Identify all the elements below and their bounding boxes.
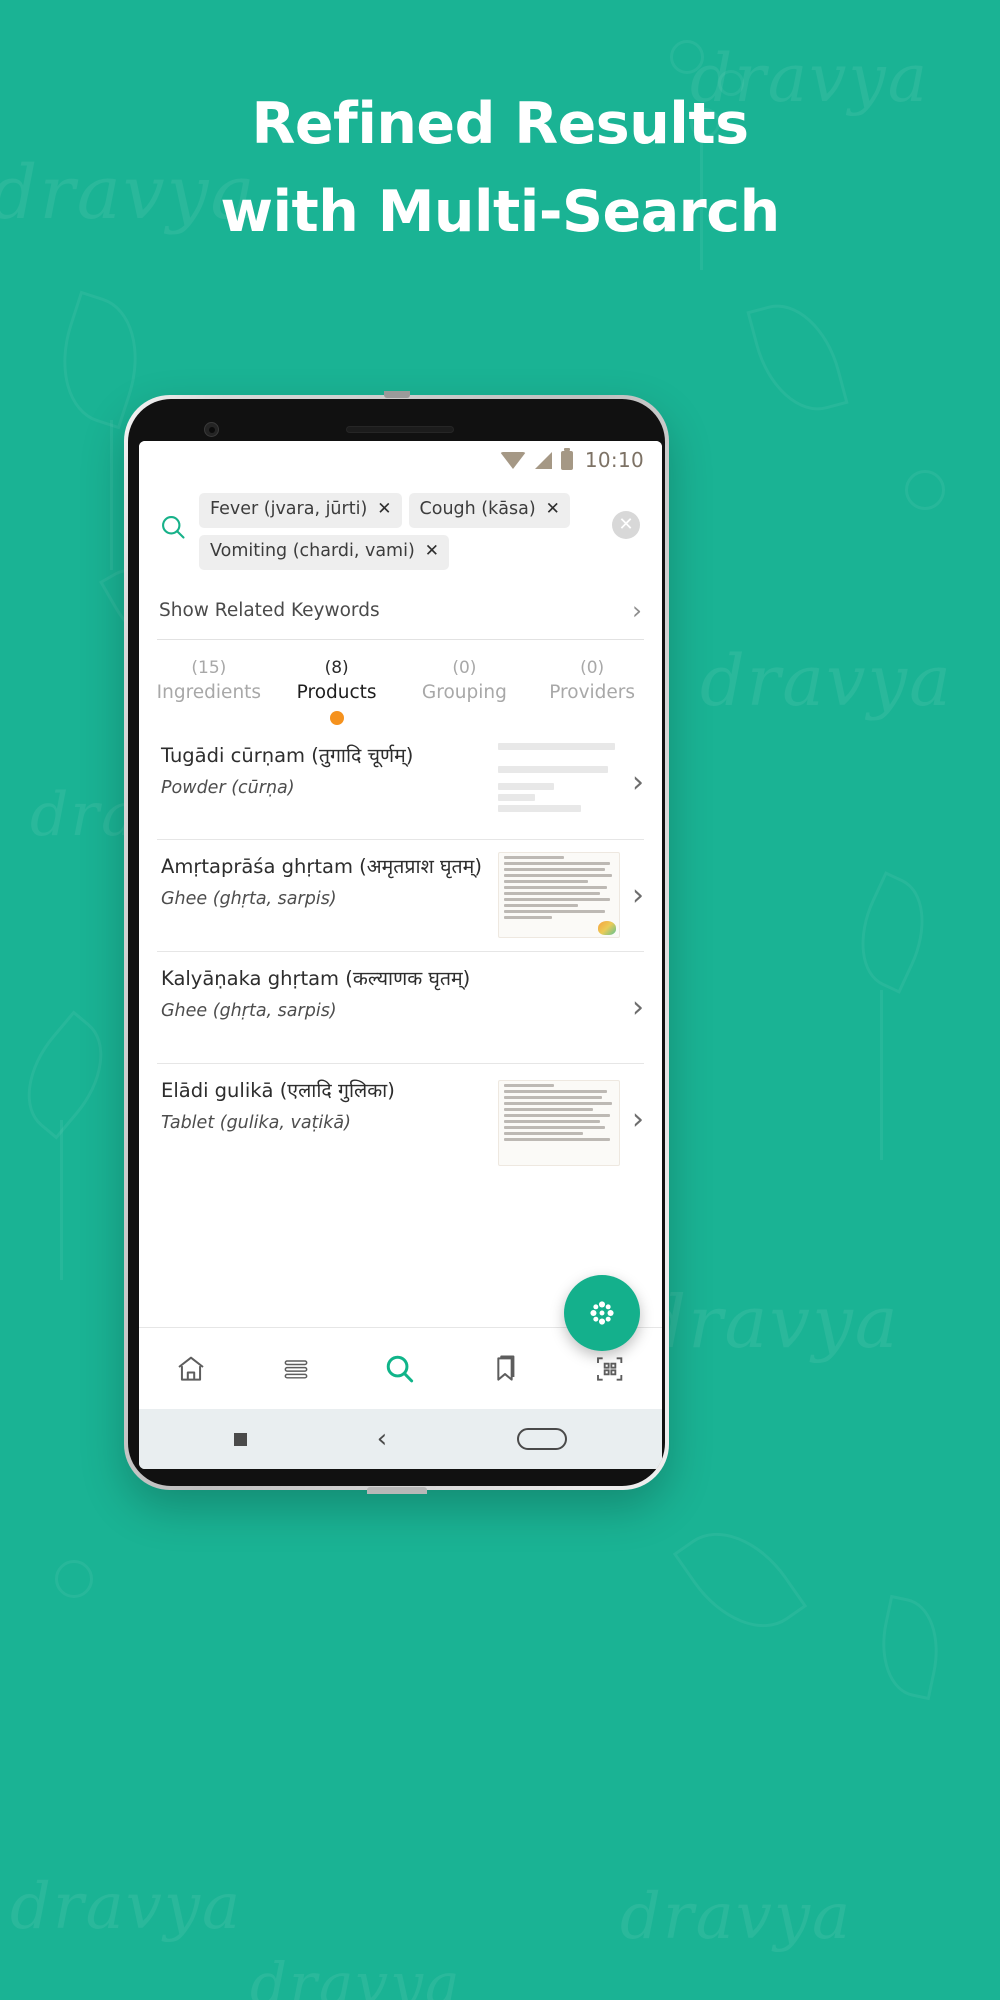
leaf-doodle xyxy=(672,1507,808,1653)
leaf-doodle xyxy=(840,871,945,994)
app-screen: 10:10 Fever (jvara, jūrti) ✕ Cough (kāsa… xyxy=(139,441,662,1469)
chip-label: Cough (kāsa) xyxy=(419,499,536,519)
stem-doodle xyxy=(110,420,113,570)
chip-remove-icon[interactable]: ✕ xyxy=(377,501,391,518)
headline-line-2: with Multi-Search xyxy=(220,179,780,246)
nav-item-home[interactable] xyxy=(139,1353,244,1385)
filter-dots-icon xyxy=(590,1301,614,1325)
back-chevron-icon[interactable]: ‹ xyxy=(377,1426,387,1452)
list-item[interactable]: Tugādi cūrṇam (तुगादि चूर्णम्) Powder (c… xyxy=(157,727,644,839)
search-chip[interactable]: Cough (kāsa) ✕ xyxy=(408,493,570,528)
search-chip[interactable]: Vomiting (chardi, vami) ✕ xyxy=(199,534,450,570)
tab-label: Ingredients xyxy=(156,682,262,704)
watermark-logo-icon xyxy=(598,921,616,936)
list-item[interactable]: Kalyāṇaka ghṛtam (कल्याणक घृतम्) Ghee (g… xyxy=(157,951,644,1063)
stem-doodle xyxy=(60,1120,63,1280)
tab-count: (0) xyxy=(580,657,605,678)
search-chip-list: Fever (jvara, jūrti) ✕ Cough (kāsa) ✕ Vo… xyxy=(199,491,598,570)
tab-ingredients[interactable]: (15) Ingredients xyxy=(145,656,273,728)
status-bar: 10:10 xyxy=(139,441,662,479)
home-icon xyxy=(178,1356,204,1381)
front-camera-icon xyxy=(204,422,219,437)
show-related-keywords-row[interactable]: Show Related Keywords › xyxy=(157,584,644,640)
chip-remove-icon[interactable]: ✕ xyxy=(425,543,439,560)
android-navigation-bar: ‹ xyxy=(139,1409,662,1469)
search-chip[interactable]: Fever (jvara, jūrti) ✕ xyxy=(199,493,402,528)
chip-label: Fever (jvara, jūrti) xyxy=(210,499,368,519)
chevron-right-icon[interactable]: › xyxy=(632,1104,644,1135)
status-time: 10:10 xyxy=(584,448,644,472)
leaf-doodle xyxy=(746,292,849,423)
leaf-doodle xyxy=(2,1010,128,1140)
product-title: Kalyāṇaka ghṛtam (कल्याणक घृतम्) xyxy=(161,967,471,991)
nav-item-list[interactable] xyxy=(244,1353,349,1385)
filter-fab-button[interactable] xyxy=(564,1275,640,1351)
tab-grouping[interactable]: (0) Grouping xyxy=(401,656,529,728)
phone-bezel: 10:10 Fever (jvara, jūrti) ✕ Cough (kāsa… xyxy=(128,399,665,1486)
qr-scan-icon xyxy=(596,1356,622,1381)
active-tab-indicator-dot xyxy=(329,711,344,726)
tab-count: (15) xyxy=(191,657,227,678)
battery-icon xyxy=(560,447,573,470)
search-bar[interactable]: Fever (jvara, jūrti) ✕ Cough (kāsa) ✕ Vo… xyxy=(139,479,662,580)
nav-item-scan[interactable] xyxy=(557,1353,662,1385)
leaf-doodle xyxy=(870,1594,950,1701)
tab-label: Grouping xyxy=(421,682,507,704)
chip-remove-icon[interactable]: ✕ xyxy=(546,501,560,518)
list-item[interactable]: Elādi gulikā (एलादि गुलिका) Tablet (guli… xyxy=(157,1063,644,1175)
promo-headline: Refined Results with Multi-Search xyxy=(0,80,1000,257)
watermark-word: dravya xyxy=(10,1870,243,1944)
home-pill-icon[interactable] xyxy=(517,1428,568,1450)
list-icon xyxy=(284,1359,308,1379)
product-thumbnail xyxy=(498,852,620,939)
search-icon xyxy=(387,1355,414,1382)
result-tabs: (15) Ingredients (8) Products (0) Groupi… xyxy=(139,640,662,728)
chevron-right-icon[interactable]: › xyxy=(632,992,644,1023)
clear-all-button[interactable]: ✕ xyxy=(604,491,648,539)
tab-products[interactable]: (8) Products xyxy=(273,656,401,728)
product-thumbnail xyxy=(498,739,620,826)
list-item[interactable]: Amṛtaprāśa ghṛtam (अमृतप्राश घृतम्) Ghee… xyxy=(157,839,644,951)
search-icon[interactable] xyxy=(153,491,193,541)
product-thumbnail xyxy=(498,1080,620,1167)
berry-doodle xyxy=(55,1560,93,1598)
tab-label: Products xyxy=(296,682,377,704)
stem-doodle xyxy=(880,990,883,1160)
watermark-word: dravya xyxy=(700,640,953,722)
tab-providers[interactable]: (0) Providers xyxy=(528,656,656,728)
close-circle-icon[interactable]: ✕ xyxy=(612,511,640,539)
tab-count: (0) xyxy=(452,657,477,678)
wifi-icon xyxy=(499,451,526,469)
tab-label: Providers xyxy=(549,682,636,704)
signal-icon xyxy=(534,451,552,469)
berry-doodle xyxy=(905,470,945,510)
watermark-word: dravya xyxy=(250,1950,462,2000)
phone-bottom-notch xyxy=(366,1487,427,1494)
berry-doodle xyxy=(670,40,704,74)
chevron-right-icon[interactable]: › xyxy=(632,598,642,623)
tab-count: (8) xyxy=(324,657,349,678)
bookmark-icon xyxy=(497,1354,515,1381)
nav-item-search[interactable] xyxy=(348,1352,453,1386)
watermark-word: dravya xyxy=(620,1880,853,1954)
chevron-right-icon[interactable]: › xyxy=(632,880,644,911)
phone-top-notch xyxy=(383,391,410,398)
headline-line-1: Refined Results xyxy=(251,91,749,157)
recents-square-icon[interactable] xyxy=(233,1432,247,1446)
earpiece-speaker xyxy=(346,426,454,433)
chevron-right-icon[interactable]: › xyxy=(632,768,644,798)
watermark-word: dravya xyxy=(640,1280,900,1364)
phone-mockup: 10:10 Fever (jvara, jūrti) ✕ Cough (kāsa… xyxy=(124,391,669,1494)
nav-item-bookmarks[interactable] xyxy=(453,1353,558,1385)
product-form: Ghee (ghṛta, sarpis) xyxy=(161,1000,337,1021)
product-result-list[interactable]: Tugādi cūrṇam (तुगादि चूर्णम्) Powder (c… xyxy=(139,727,662,1327)
chip-label: Vomiting (chardi, vami) xyxy=(210,540,415,561)
related-keywords-label: Show Related Keywords xyxy=(159,599,380,621)
